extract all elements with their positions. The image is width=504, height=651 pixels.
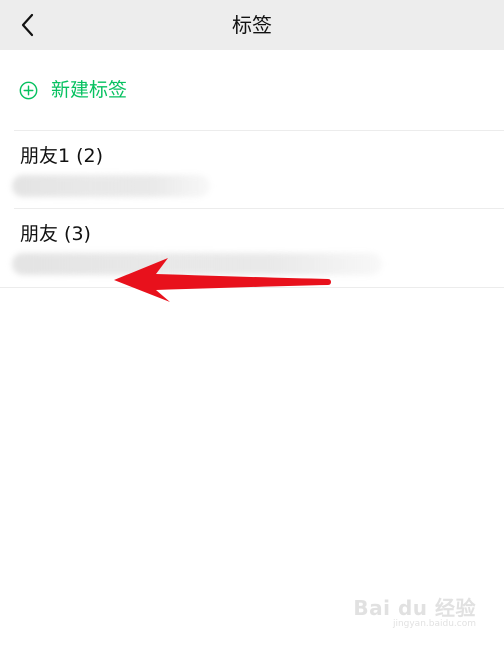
new-tag-label: 新建标签 — [51, 79, 128, 101]
tags-screen: 标签 新建标签 朋友1 (2) 朋友 (3) Bai du 经验 jingyan… — [0, 0, 504, 651]
tag-members-blurred — [12, 175, 210, 197]
new-tag-button[interactable]: 新建标签 — [0, 50, 504, 130]
page-title: 标签 — [232, 13, 272, 37]
tag-name: 朋友1 (2) — [20, 145, 104, 167]
tag-name: 朋友 (3) — [20, 223, 91, 245]
tag-list-item[interactable]: 朋友1 (2) — [0, 131, 504, 209]
red-arrow-left-icon — [114, 258, 331, 302]
watermark-logo: Bai du 经验 — [353, 596, 476, 620]
baidu-jingyan-watermark: Bai du 经验 jingyan.baidu.com — [353, 592, 476, 629]
top-navigation-bar: 标签 — [0, 0, 504, 50]
plus-circle-icon — [19, 81, 38, 100]
